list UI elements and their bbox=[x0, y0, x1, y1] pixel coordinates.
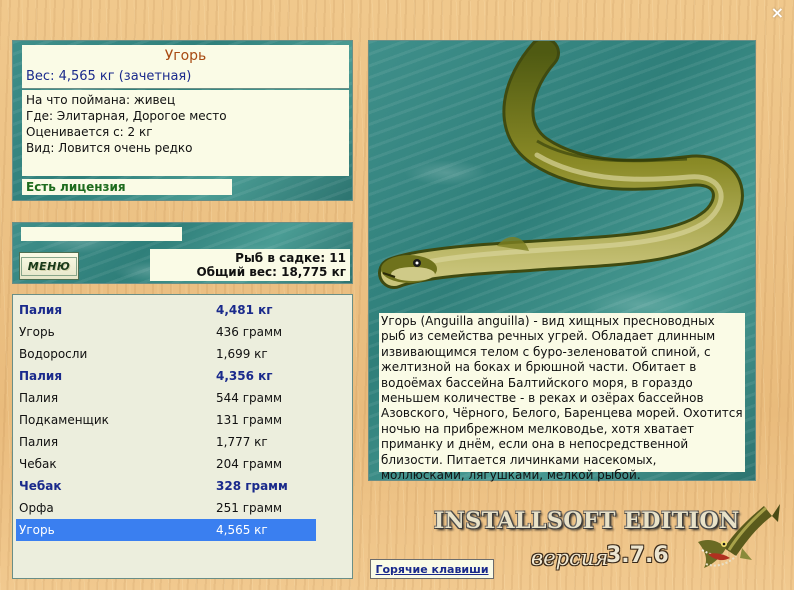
catch-fish-weight: 251 грамм bbox=[216, 501, 283, 515]
eel-image bbox=[378, 41, 744, 289]
version-number: 3.7.6 bbox=[606, 543, 669, 568]
catch-fish-name: Подкаменщик bbox=[19, 413, 109, 427]
catch-fish-weight: 1,777 кг bbox=[216, 435, 268, 449]
catch-fish-weight: 204 грамм bbox=[216, 457, 283, 471]
fish-picture-panel: Угорь (Anguilla anguilla) - вид хищных п… bbox=[368, 40, 756, 482]
catch-list-row[interactable]: Водоросли 1,699 кг bbox=[16, 343, 316, 365]
catch-fish-weight: 544 грамм bbox=[216, 391, 283, 405]
catch-list-row[interactable]: Палия 4,356 кг bbox=[16, 365, 316, 387]
fish-weight: Вес: 4,565 кг (зачетная) bbox=[22, 67, 349, 89]
menu-button[interactable]: МЕНЮ bbox=[19, 252, 79, 280]
catch-list-row[interactable]: Чебак 204 грамм bbox=[16, 453, 316, 475]
catch-fish-name: Палия bbox=[19, 391, 59, 405]
fish-in-cage: Рыб в садке: 11 bbox=[235, 251, 346, 265]
catch-list-row[interactable]: Угорь 436 грамм bbox=[16, 321, 316, 343]
catch-fish-weight: 4,481 кг bbox=[216, 303, 273, 317]
catch-fish-weight: 4,356 кг bbox=[216, 369, 273, 383]
catch-fish-name: Чебак bbox=[19, 479, 62, 493]
catch-list-row[interactable]: Орфа 251 грамм bbox=[16, 497, 316, 519]
catch-fish-weight: 4,565 кг bbox=[216, 523, 268, 537]
total-weight: Общий вес: 18,775 кг bbox=[196, 265, 346, 279]
fish-name: Угорь bbox=[22, 45, 349, 67]
caught-on: На что поймана: живец bbox=[26, 93, 176, 107]
catch-fish-weight: 1,699 кг bbox=[216, 347, 268, 361]
catch-fish-name: Угорь bbox=[19, 523, 55, 537]
catch-fish-name: Палия bbox=[19, 369, 63, 383]
menu-panel: МЕНЮ Рыб в садке: 11 Общий вес: 18,775 к… bbox=[12, 222, 353, 284]
menu-button-label: МЕНЮ bbox=[20, 256, 78, 276]
version-label: версия bbox=[531, 546, 609, 570]
hotkeys-button[interactable]: Горячие клавиши bbox=[370, 559, 494, 579]
license-status: Есть лицензия bbox=[22, 179, 232, 195]
catch-list-row[interactable]: Палия 544 грамм bbox=[16, 387, 316, 409]
catch-fish-name: Палия bbox=[19, 435, 59, 449]
fish-details: На что поймана: живец Где: Элитарная, До… bbox=[22, 90, 349, 176]
close-icon[interactable]: × bbox=[771, 3, 784, 22]
catch-fish-name: Чебак bbox=[19, 457, 57, 471]
catch-fish-weight: 328 грамм bbox=[216, 479, 288, 493]
valued-from: Оценивается с: 2 кг bbox=[26, 125, 153, 139]
catch-list-row[interactable]: Палия 4,481 кг bbox=[16, 299, 316, 321]
species-rarity: Вид: Ловится очень редко bbox=[26, 141, 193, 155]
catch-list-row[interactable]: Угорь 4,565 кг bbox=[16, 519, 316, 541]
catch-stats: Рыб в садке: 11 Общий вес: 18,775 кг bbox=[150, 249, 350, 281]
catch-fish-weight: 436 грамм bbox=[216, 325, 283, 339]
fish-info-panel: Угорь Вес: 4,565 кг (зачетная) На что по… bbox=[12, 40, 353, 201]
blank-field bbox=[21, 227, 182, 241]
catch-list-row[interactable]: Чебак 328 грамм bbox=[16, 475, 316, 497]
catch-list-row[interactable]: Подкаменщик 131 грамм bbox=[16, 409, 316, 431]
pike-logo-icon bbox=[698, 504, 780, 568]
catch-fish-name: Палия bbox=[19, 303, 63, 317]
catch-fish-weight: 131 грамм bbox=[216, 413, 283, 427]
catch-fish-name: Водоросли bbox=[19, 347, 88, 361]
fish-description: Угорь (Anguilla anguilla) - вид хищных п… bbox=[379, 313, 745, 482]
caught-where: Где: Элитарная, Дорогое место bbox=[26, 109, 227, 123]
catch-fish-name: Угорь bbox=[19, 325, 55, 339]
catch-list: Палия 4,481 кг Угорь 436 грамм Водоросли 1,69… bbox=[12, 294, 353, 579]
catch-fish-name: Орфа bbox=[19, 501, 54, 515]
catch-list-row[interactable]: Палия 1,777 кг bbox=[16, 431, 316, 453]
